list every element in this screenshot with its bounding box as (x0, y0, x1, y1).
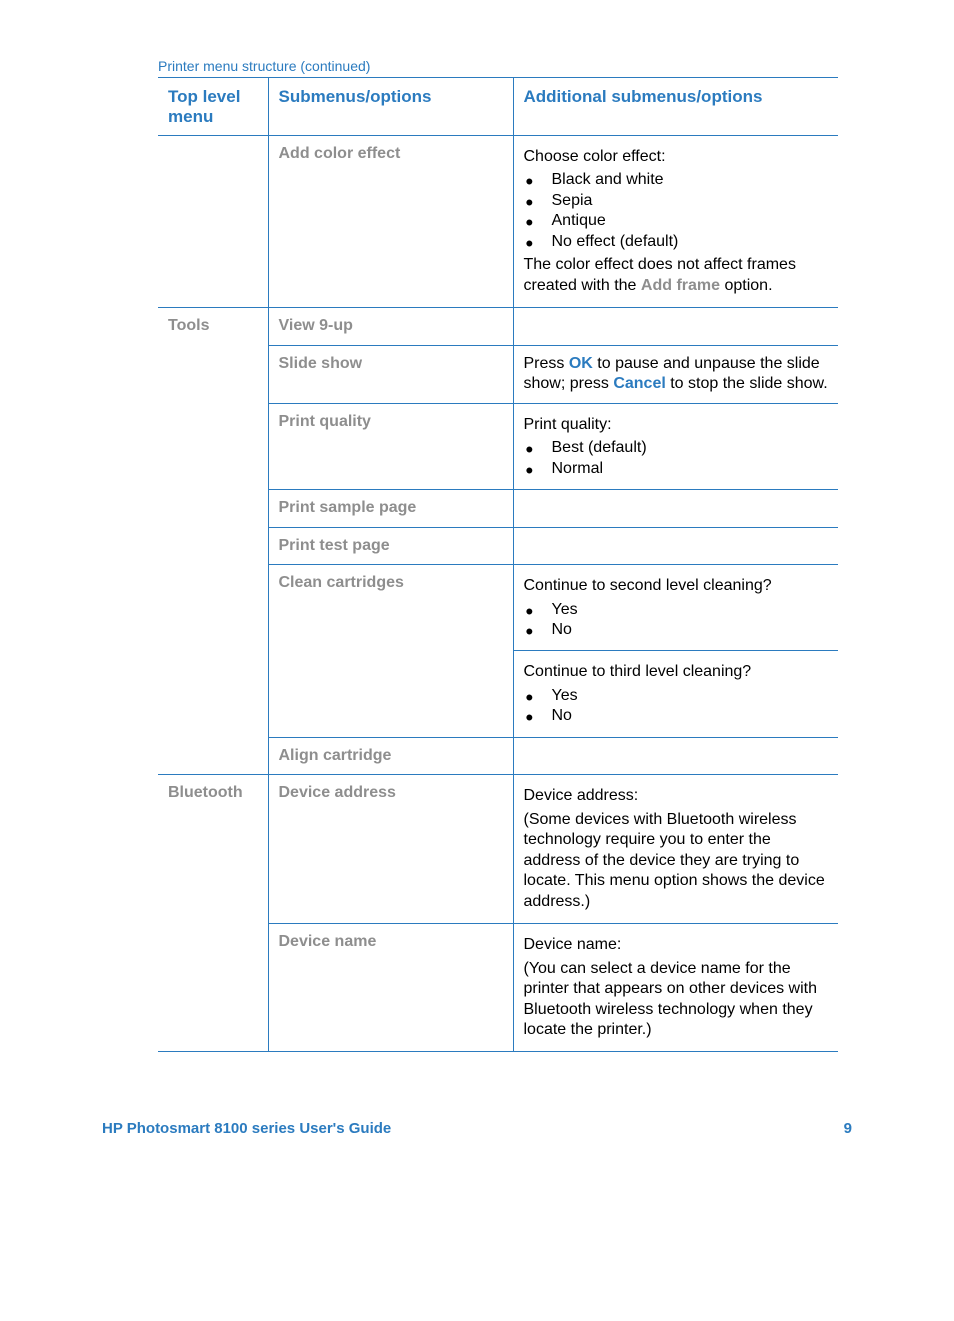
table-header-row: Top level menu Submenus/options Addition… (158, 78, 838, 136)
table-row: Bluetooth Device address Device address:… (158, 775, 838, 924)
table-row: Tools View 9-up (158, 308, 838, 345)
text: option. (720, 277, 772, 294)
th-submenus-options: Submenus/options (268, 78, 513, 136)
list-item: No effect (default) (524, 232, 829, 252)
cell-additional: Device name: (You can select a device na… (513, 924, 838, 1052)
cell-top-level (158, 651, 268, 737)
bullet-list: Yes No (524, 600, 829, 641)
list-item: Antique (524, 211, 829, 231)
bullet-list: Black and white Sepia Antique No effect … (524, 170, 829, 252)
cell-top-level: Bluetooth (158, 775, 268, 924)
table-row: Align cartridge (158, 737, 838, 774)
cell-top-level (158, 737, 268, 774)
text: (You can select a device name for the pr… (524, 959, 829, 1041)
list-item: Yes (524, 600, 829, 620)
cell-additional: Choose color effect: Black and white Sep… (513, 136, 838, 308)
cell-top-level (158, 490, 268, 527)
cell-submenu: Clean cartridges (268, 565, 513, 651)
cell-additional (513, 308, 838, 345)
th-top-level-menu: Top level menu (158, 78, 268, 136)
text: Continue to third level cleaning? (524, 662, 829, 682)
list-item: Sepia (524, 191, 829, 211)
cell-additional (513, 527, 838, 564)
cell-additional: Press OK to pause and unpause the slide … (513, 345, 838, 403)
footer-title: HP Photosmart 8100 series User's Guide (102, 1120, 391, 1137)
cell-top-level (158, 136, 268, 308)
text-emphasis: Add frame (641, 277, 720, 294)
cell-submenu: Add color effect (268, 136, 513, 308)
list-item: Normal (524, 459, 829, 479)
cell-submenu: Device address (268, 775, 513, 924)
cell-top-level (158, 403, 268, 489)
th-additional-submenus: Additional submenus/options (513, 78, 838, 136)
text: Continue to second level cleaning? (524, 576, 829, 596)
cell-submenu: Device name (268, 924, 513, 1052)
text: Device address: (524, 786, 829, 806)
text: to stop the slide show. (666, 375, 828, 392)
text: The color effect does not affect frames … (524, 255, 829, 296)
table-caption: Printer menu structure (continued) (158, 58, 854, 74)
cell-top-level: Tools (158, 308, 268, 345)
list-item: Yes (524, 686, 829, 706)
cell-submenu (268, 651, 513, 737)
cell-submenu: Print sample page (268, 490, 513, 527)
cell-additional: Continue to third level cleaning? Yes No (513, 651, 838, 737)
list-item: No (524, 706, 829, 726)
cell-top-level (158, 345, 268, 403)
text: Press (524, 355, 569, 372)
text: (Some devices with Bluetooth wireless te… (524, 810, 829, 912)
table-row: Print sample page (158, 490, 838, 527)
table-row: Add color effect Choose color effect: Bl… (158, 136, 838, 308)
cell-additional: Device address: (Some devices with Bluet… (513, 775, 838, 924)
cell-submenu: View 9-up (268, 308, 513, 345)
cell-additional: Continue to second level cleaning? Yes N… (513, 565, 838, 651)
cell-top-level (158, 924, 268, 1052)
table-row: Continue to third level cleaning? Yes No (158, 651, 838, 737)
list-item: No (524, 620, 829, 640)
cell-submenu: Slide show (268, 345, 513, 403)
text: Device name: (524, 935, 829, 955)
table-row: Device name Device name: (You can select… (158, 924, 838, 1052)
table-row: Print quality Print quality: Best (defau… (158, 403, 838, 489)
cell-submenu: Align cartridge (268, 737, 513, 774)
cell-submenu: Print test page (268, 527, 513, 564)
text: Print quality: (524, 415, 829, 435)
table-row: Slide show Press OK to pause and unpause… (158, 345, 838, 403)
cell-additional (513, 490, 838, 527)
menu-structure-table: Top level menu Submenus/options Addition… (158, 77, 838, 1052)
cell-additional (513, 737, 838, 774)
cell-top-level (158, 527, 268, 564)
cell-submenu: Print quality (268, 403, 513, 489)
footer-page-number: 9 (844, 1120, 852, 1137)
page-footer: HP Photosmart 8100 series User's Guide 9 (100, 1120, 854, 1137)
list-item: Best (default) (524, 438, 829, 458)
cell-top-level (158, 565, 268, 651)
cell-additional: Print quality: Best (default) Normal (513, 403, 838, 489)
text-emphasis: Cancel (613, 375, 665, 392)
bullet-list: Best (default) Normal (524, 438, 829, 479)
text-emphasis: OK (569, 355, 593, 372)
bullet-list: Yes No (524, 686, 829, 727)
text: Choose color effect: (524, 147, 829, 167)
list-item: Black and white (524, 170, 829, 190)
table-row: Print test page (158, 527, 838, 564)
table-row: Clean cartridges Continue to second leve… (158, 565, 838, 651)
